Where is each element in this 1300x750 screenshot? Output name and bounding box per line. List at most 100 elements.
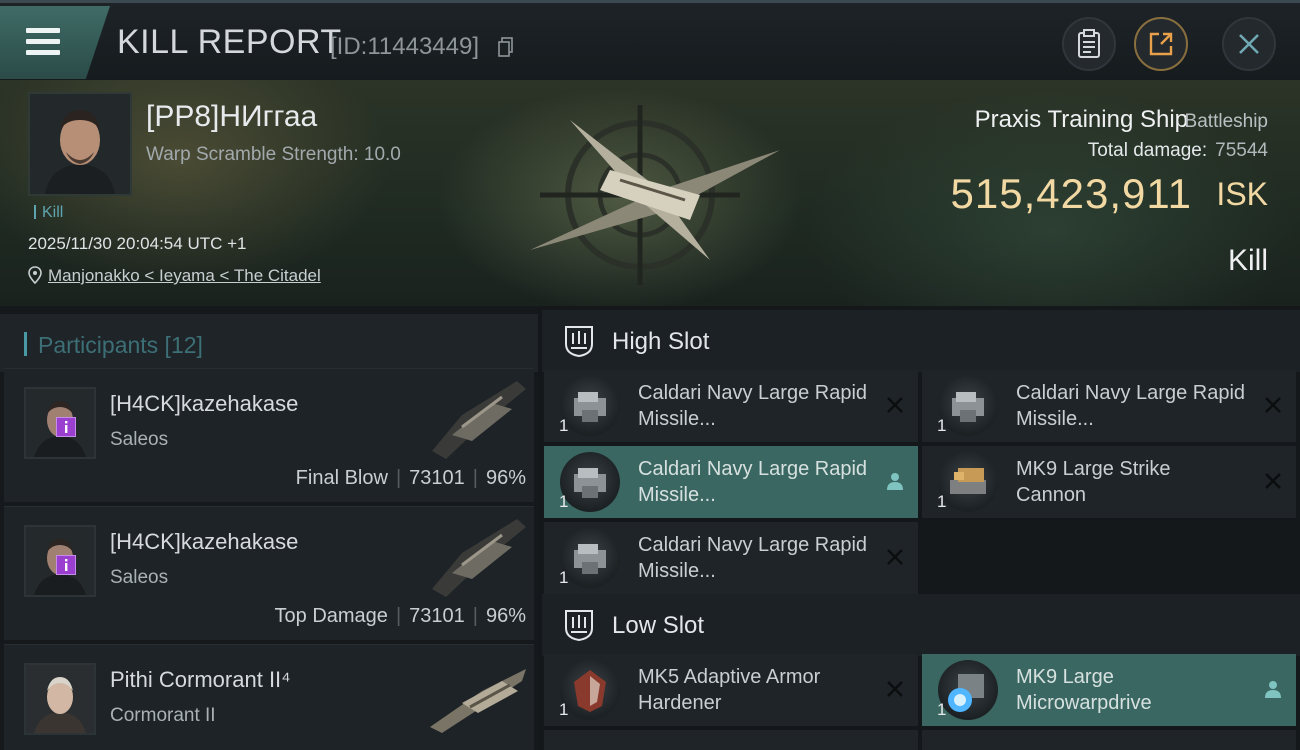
strike-cannon-icon <box>938 452 998 512</box>
clipboard-icon <box>1078 29 1100 58</box>
high-slot-title: High Slot <box>612 328 710 355</box>
kill-summary-banner: [PP8]НИггаа Warp Scramble Strength: 10.0… <box>0 80 1300 306</box>
participant-row[interactable]: [H4CK]kazehakase Saleos Final Blow | 73101… <box>4 368 534 502</box>
module-quantity: 1 <box>559 568 569 587</box>
low-slot-header: Low Slot <box>542 594 1300 656</box>
section-accent <box>24 332 27 356</box>
location-link[interactable]: Manjonakko < Ieyama < The Citadel <box>48 266 321 285</box>
participant-percent: 96% <box>485 605 526 627</box>
total-damage: Total damage: 75544 <box>1088 140 1268 162</box>
participant-row[interactable]: Pithi Cormorant II⁴ Cormorant II <box>4 644 534 750</box>
victim-name[interactable]: [PP8]НИггаа <box>146 100 317 134</box>
participant-avatar <box>24 663 96 735</box>
missile-launcher-icon-graphic <box>574 544 606 574</box>
high-slot-header: High Slot <box>542 310 1300 372</box>
hamburger-icon <box>26 28 60 33</box>
module-name: Caldari Navy Large Rapid Missile... <box>638 382 868 430</box>
armor-hardener-icon-graphic <box>574 670 606 712</box>
module-item[interactable]: 1 Caldari Navy Large Rapid Missile... <box>544 446 918 518</box>
missile-launcher-icon-graphic <box>574 468 606 498</box>
missile-launcher-icon <box>560 528 620 588</box>
hamburger-icon-bar <box>26 39 60 44</box>
module-item[interactable] <box>922 730 1296 750</box>
module-name: Caldari Navy Large Rapid Missile... <box>1016 382 1246 430</box>
participant-ship-image <box>432 519 526 597</box>
separator: | <box>472 467 478 489</box>
participant-ship-image <box>432 381 526 459</box>
module-name: MK5 Adaptive Armor Hardener <box>638 666 821 714</box>
missile-launcher-icon <box>560 376 620 436</box>
high-slot-icon <box>565 326 593 358</box>
separator: | <box>395 605 402 627</box>
low-slot-title: Low Slot <box>612 612 705 639</box>
participants-panel: Participants [12] [H4CK]kazehakase Saleo… <box>0 306 538 750</box>
missile-launcher-icon <box>938 376 998 436</box>
role-badge <box>56 555 76 575</box>
separator: | <box>472 605 478 627</box>
armor-hardener-icon <box>560 660 620 720</box>
victim-ship-image[interactable] <box>510 100 790 290</box>
hamburger-icon-bar <box>26 50 60 55</box>
participant-row[interactable]: [H4CK]kazehakase Saleos Top Damage | 73101… <box>4 506 534 640</box>
participants-header[interactable]: Participants [12] <box>0 314 538 372</box>
microwarpdrive-icon-graphic <box>948 674 984 712</box>
participant-ship: Saleos <box>110 567 169 588</box>
isk-unit: ISK <box>1216 176 1268 212</box>
total-damage-value: 75544 <box>1215 140 1268 161</box>
close-button[interactable] <box>1222 17 1276 71</box>
module-quantity: 1 <box>937 492 947 511</box>
participant-stats: Top Damage | 73101 | 96% <box>275 605 526 628</box>
share-icon <box>1149 32 1173 56</box>
module-quantity: 1 <box>937 700 947 719</box>
participant-name: Pithi Cormorant II⁴ <box>110 667 291 692</box>
module-item[interactable]: 1 MK5 Adaptive Armor Hardener <box>544 654 918 726</box>
kill-location[interactable]: Manjonakko < Ieyama < The Citadel <box>28 266 321 286</box>
dropped-person-icon <box>1265 681 1281 698</box>
participant-name: [H4CK]kazehakase <box>110 529 299 554</box>
missile-launcher-icon-graphic <box>952 392 984 422</box>
module-item[interactable]: 1 Caldari Navy Large Rapid Missile... <box>544 370 918 442</box>
participant-ship-image <box>430 669 526 733</box>
separator: | <box>395 467 402 489</box>
module-quantity: 1 <box>559 492 569 511</box>
clipboard-button[interactable] <box>1062 17 1116 71</box>
close-icon <box>1239 34 1259 54</box>
destroyed-icon <box>1265 473 1281 489</box>
destroyed-icon <box>887 549 903 565</box>
participant-stats: Final Blow | 73101 | 96% <box>296 467 526 490</box>
participant-damage: 73101 <box>409 467 465 489</box>
microwarpdrive-icon <box>938 660 998 720</box>
menu-button[interactable] <box>0 6 110 79</box>
victim-ship-class: Battleship <box>1184 111 1268 132</box>
participant-ship: Saleos <box>110 429 169 450</box>
info-icon <box>65 559 68 571</box>
location-pin-icon <box>28 266 42 285</box>
module-quantity: 1 <box>559 700 569 719</box>
module-item[interactable] <box>544 730 918 750</box>
destroyed-icon <box>1265 397 1281 413</box>
participant-role: Top Damage <box>274 605 388 627</box>
copy-icon[interactable] <box>498 37 514 57</box>
victim-portrait[interactable] <box>28 92 132 196</box>
missile-launcher-icon <box>560 452 620 512</box>
victim-ship-name[interactable]: Praxis Training Ship <box>975 106 1188 134</box>
fitting-panel: High Slot 1 Caldari Navy Large Rapid Mis… <box>538 306 1300 750</box>
module-quantity: 1 <box>937 416 947 435</box>
module-item[interactable]: 1 Caldari Navy Large Rapid Missile... <box>922 370 1296 442</box>
participant-ship: Cormorant II <box>110 705 216 726</box>
participants-title: Participants [12] <box>38 332 203 358</box>
warp-scramble-strength: Warp Scramble Strength: 10.0 <box>146 144 401 165</box>
result-label: Kill <box>1227 244 1268 277</box>
module-name: MK9 Large Strike Cannon <box>1016 458 1171 506</box>
module-name: Caldari Navy Large Rapid Missile... <box>638 458 868 506</box>
participant-name: [H4CK]kazehakase <box>110 391 299 416</box>
module-item[interactable]: 1 MK9 Large Strike Cannon <box>922 446 1296 518</box>
pilot-avatar-image <box>30 94 130 194</box>
module-item[interactable]: 1 Caldari Navy Large Rapid Missile... <box>544 522 918 594</box>
participant-damage: 73101 <box>409 605 465 627</box>
isk-value: 515,423,911 <box>950 170 1192 217</box>
module-item[interactable]: 1 MK9 Large Microwarpdrive <box>922 654 1296 726</box>
share-button[interactable] <box>1134 17 1188 71</box>
pilot-avatar-image <box>26 665 94 733</box>
role-badge <box>56 417 76 437</box>
